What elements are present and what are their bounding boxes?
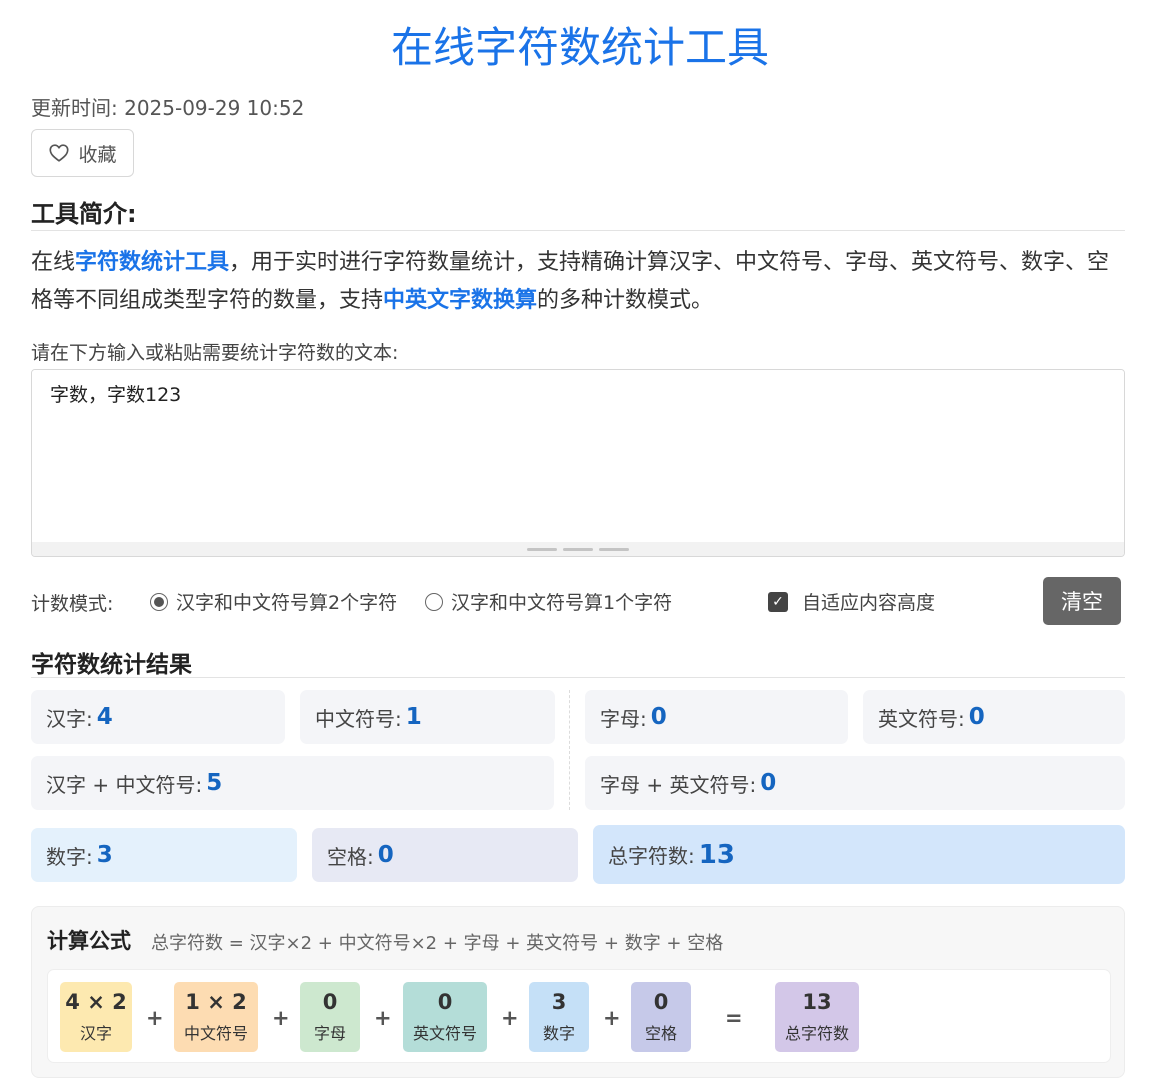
stat-en-sum: 字母 + 英文符号: 0 xyxy=(585,756,1125,810)
stat-letters-value: 0 xyxy=(650,704,667,730)
stat-chinese-value: 4 xyxy=(96,704,113,730)
formula-breakdown: 4 × 2 汉字 + 1 × 2 中文符号 + 0 字母 + 0 英文符号 + … xyxy=(47,969,1111,1063)
formula-term-cn-punct: 1 × 2 中文符号 xyxy=(174,982,258,1052)
stat-en-sum-value: 0 xyxy=(760,770,777,796)
stat-cn-punct-value: 1 xyxy=(405,704,422,730)
formula-term-value: 3 xyxy=(551,990,567,1014)
formula-term-label: 空格 xyxy=(644,1024,677,1043)
radio-unselected-icon[interactable] xyxy=(425,592,443,611)
stat-spaces-value: 0 xyxy=(377,842,394,868)
formula-term-label: 英文符号 xyxy=(412,1024,477,1043)
formula-term-value: 4 × 2 xyxy=(65,990,127,1014)
count-mode-label: 计数模式: xyxy=(31,593,114,615)
formula-title: 计算公式 xyxy=(47,929,131,953)
formula-term-value: 0 xyxy=(437,990,453,1014)
formula-description: 总字符数 = 汉字×2 + 中文符号×2 + 字母 + 英文符号 + 数字 + … xyxy=(151,933,724,954)
heart-icon xyxy=(49,144,70,162)
plus-sign: + xyxy=(603,1006,621,1030)
formula-term-en-punct: 0 英文符号 xyxy=(403,982,487,1052)
count-mode-row: 计数模式: 汉字和中文符号算2个字符 汉字和中文符号算1个字符 ✓ 自适应内容高… xyxy=(31,577,1125,625)
stat-cn-punct-label: 中文符号: xyxy=(315,706,402,731)
stat-letters-label: 字母: xyxy=(600,706,647,731)
stat-digits-label: 数字: xyxy=(46,844,93,869)
input-prompt: 请在下方输入或粘贴需要统计字符数的文本: xyxy=(31,342,399,364)
plus-sign: + xyxy=(374,1006,392,1030)
mode-option-2-chars[interactable]: 汉字和中文符号算2个字符 xyxy=(150,588,397,615)
stat-digits-value: 3 xyxy=(96,842,113,868)
intro-text-part: 在线 xyxy=(31,250,76,275)
formula-term-value: 0 xyxy=(653,990,669,1014)
clear-button[interactable]: 清空 xyxy=(1043,577,1121,625)
formula-result: 13 总字符数 xyxy=(775,982,859,1052)
formula-term-value: 0 xyxy=(322,990,338,1014)
page-title: 在线字符数统计工具 xyxy=(390,23,769,72)
stat-total-value: 13 xyxy=(698,839,735,870)
formula-term-value: 1 × 2 xyxy=(185,990,247,1014)
intro-text-part: 的多种计数模式。 xyxy=(537,288,714,313)
formula-term-label: 汉字 xyxy=(79,1024,112,1043)
formula-result-label: 总字符数 xyxy=(784,1024,849,1043)
plus-sign: + xyxy=(272,1006,290,1030)
stat-en-punct-value: 0 xyxy=(968,704,985,730)
stat-cn-sum-label: 汉字 + 中文符号: xyxy=(46,772,203,797)
stat-spaces: 空格: 0 xyxy=(312,828,578,882)
formula-term-digits: 3 数字 xyxy=(529,982,589,1052)
results-heading: 字符数统计结果 xyxy=(31,645,1125,678)
update-time: 更新时间: 2025-09-29 10:52 xyxy=(31,96,305,120)
resize-handle[interactable] xyxy=(32,542,1124,556)
favorite-label: 收藏 xyxy=(78,144,117,166)
mode-option-2-label: 汉字和中文符号算2个字符 xyxy=(176,592,398,614)
results-divider xyxy=(569,690,570,810)
stat-cn-punct: 中文符号: 1 xyxy=(300,690,555,744)
stat-digits: 数字: 3 xyxy=(31,828,297,882)
stat-en-punct: 英文符号: 0 xyxy=(863,690,1125,744)
cn-en-conversion-link[interactable]: 中英文字数换算 xyxy=(383,288,537,313)
stat-chinese-label: 汉字: xyxy=(46,706,93,731)
formula-term-label: 数字 xyxy=(542,1024,575,1043)
stat-total-label: 总字符数: xyxy=(608,844,695,868)
mode-option-1-char[interactable]: 汉字和中文符号算1个字符 xyxy=(425,588,672,615)
stat-chinese: 汉字: 4 xyxy=(31,690,285,744)
stat-cn-sum: 汉字 + 中文符号: 5 xyxy=(31,756,554,810)
mode-option-1-label: 汉字和中文符号算1个字符 xyxy=(451,592,673,614)
intro-heading: 工具简介: xyxy=(31,194,1125,231)
stat-total: 总字符数: 13 xyxy=(593,825,1125,884)
stat-cn-sum-value: 5 xyxy=(206,770,223,796)
radio-selected-icon[interactable] xyxy=(150,592,168,611)
formula-term-spaces: 0 空格 xyxy=(631,982,691,1052)
intro-text: 在线字符数统计工具，用于实时进行字符数量统计，支持精确计算汉字、中文符号、字母、… xyxy=(31,244,1125,320)
checkbox-checked-icon[interactable]: ✓ xyxy=(768,591,788,612)
char-count-tool-link[interactable]: 字符数统计工具 xyxy=(75,250,229,275)
stat-en-punct-label: 英文符号: xyxy=(878,706,965,731)
plus-sign: + xyxy=(501,1006,519,1030)
stat-spaces-label: 空格: xyxy=(327,844,374,869)
auto-height-checkbox[interactable]: ✓ 自适应内容高度 xyxy=(768,588,935,615)
formula-term-letters: 0 字母 xyxy=(300,982,360,1052)
text-input-container: 字数，字数123 xyxy=(31,369,1125,557)
formula-term-label: 中文符号 xyxy=(183,1024,248,1043)
formula-term-label: 字母 xyxy=(313,1024,346,1043)
formula-term-chinese: 4 × 2 汉字 xyxy=(60,982,132,1052)
auto-height-label: 自适应内容高度 xyxy=(802,592,936,614)
stat-en-sum-label: 字母 + 英文符号: xyxy=(600,772,757,797)
favorite-button[interactable]: 收藏 xyxy=(31,129,134,177)
text-input[interactable]: 字数，字数123 xyxy=(32,370,1124,542)
stat-letters: 字母: 0 xyxy=(585,690,848,744)
plus-sign: + xyxy=(146,1006,164,1030)
formula-result-value: 13 xyxy=(802,990,832,1014)
equals-sign: = xyxy=(725,1006,743,1030)
formula-panel: 计算公式 总字符数 = 汉字×2 + 中文符号×2 + 字母 + 英文符号 + … xyxy=(31,906,1125,1078)
